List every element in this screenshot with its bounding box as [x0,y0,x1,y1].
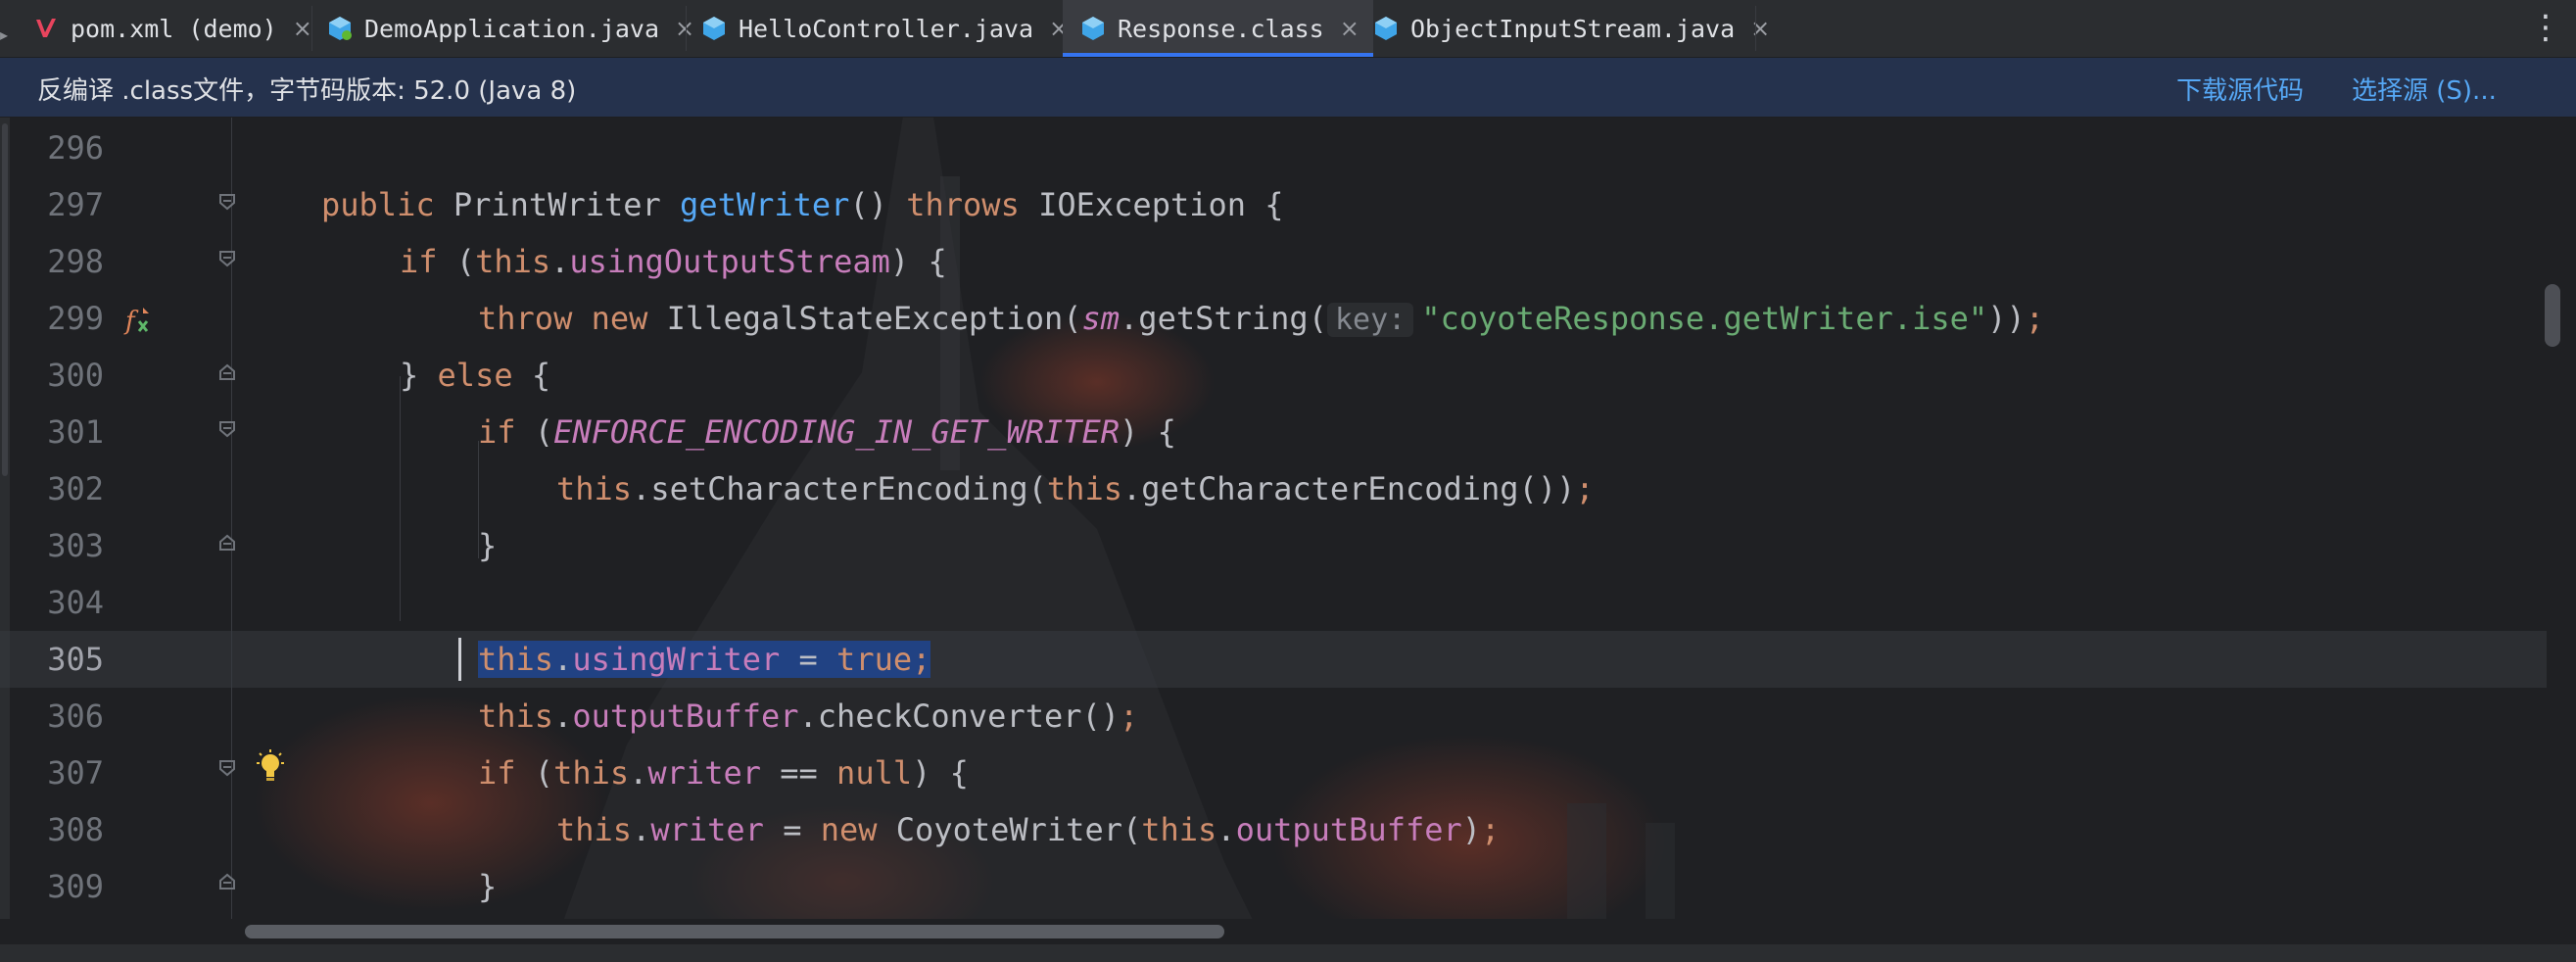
code-line-current[interactable]: 305 this.usingWriter = true; [0,631,2547,688]
tab-label: DemoApplication.java [364,14,660,43]
tab-divider [1755,6,1756,51]
tab-response-class[interactable]: Response.class × [1063,0,1373,57]
maven-icon [36,19,56,37]
code-line[interactable]: 301 if (ENFORCE_ENCODING_IN_GET_WRITER) … [0,404,2547,460]
tab-divider [686,6,687,51]
editor-tab-bar: ▸ pom.xml (demo) × DemoApplication.java … [0,0,2576,58]
more-tabs-icon[interactable]: ⋮ [2529,8,2562,47]
close-icon[interactable]: × [1750,15,1770,42]
code-text: this.outputBuffer.checkConverter(); [478,697,1139,735]
java-class-icon [1082,17,1104,40]
code-text: } [478,868,498,905]
code-text: if (this.writer == null) { [478,754,969,792]
code-text: } [478,527,498,564]
code-text: } else { [400,357,551,394]
close-icon[interactable]: × [1340,15,1360,42]
code-line[interactable]: 300 } else { [0,347,2547,404]
choose-sources-link[interactable]: 选择源 (S)... [2352,71,2497,107]
line-number: 302 [47,470,104,507]
ide-window: ▸ pom.xml (demo) × DemoApplication.java … [0,0,2576,962]
java-class-icon [1375,17,1397,40]
line-number: 298 [47,243,104,280]
decompiled-notice-banner: 反编译 .class文件，字节码版本: 52.0 (Java 8) 下载源代码 … [0,58,2576,118]
tab-label: ObjectInputStream.java [1410,14,1736,43]
tab-label: HelloController.java [739,14,1034,43]
code-line[interactable]: 296 [0,120,2547,176]
line-number: 301 [47,413,104,451]
line-number: 308 [47,811,104,848]
editor-bottom-edge [0,944,2576,962]
line-number: 303 [47,527,104,564]
code-text: if (ENFORCE_ENCODING_IN_GET_WRITER) { [478,413,1176,451]
tab-hello-controller[interactable]: HelloController.java × [701,0,1069,57]
decompiled-notice-text: 反编译 .class文件，字节码版本: 52.0 (Java 8) [37,76,577,106]
tab-demo-application[interactable]: DemoApplication.java × [327,0,694,57]
line-number: 300 [47,357,104,394]
code-text: if (this.usingOutputStream) { [400,243,947,280]
tab-scroll-left-icon[interactable]: ▸ [0,25,8,44]
line-number: 309 [47,868,104,905]
vertical-scrollbar-thumb[interactable] [2545,284,2560,347]
code-text: throw new IllegalStateException(sm.getSt… [478,300,2044,337]
tab-pom-xml[interactable]: pom.xml (demo) × [33,0,312,57]
spring-java-class-icon [329,17,352,40]
code-text: this.writer = new CoyoteWriter(this.outp… [556,811,1501,848]
code-line[interactable]: 297 public PrintWriter getWriter() throw… [0,176,2547,233]
code-editor[interactable]: f 296 297 public PrintWriter getWriter()… [0,118,2576,962]
code-text-selected: this.usingWriter = true; [478,641,931,678]
horizontal-scrollbar-thumb[interactable] [245,925,1224,938]
tab-divider [311,6,312,51]
tab-object-input-stream[interactable]: ObjectInputStream.java × [1373,0,1770,57]
line-number: 304 [47,584,104,621]
code-line[interactable]: 298 if (this.usingOutputStream) { [0,233,2547,290]
parameter-inlay-hint: key: [1326,303,1414,337]
line-number: 299 [47,300,104,337]
code-line[interactable]: 304 [0,574,2547,631]
code-line[interactable]: 309 } [0,858,2547,915]
line-number: 296 [47,129,104,167]
download-sources-link[interactable]: 下载源代码 [2176,71,2304,107]
line-number: 297 [47,186,104,223]
line-number: 307 [47,754,104,792]
close-icon[interactable]: × [293,15,312,42]
code-line[interactable]: 308 this.writer = new CoyoteWriter(this.… [0,801,2547,858]
code-line[interactable]: 303 } [0,517,2547,574]
line-number: 306 [47,697,104,735]
code-text: public PrintWriter getWriter() throws IO… [321,186,1284,223]
tab-label: Response.class [1118,14,1324,43]
line-number: 305 [47,641,104,678]
code-line[interactable]: 299 throw new IllegalStateException(sm.g… [0,290,2547,347]
code-line[interactable]: 302 this.setCharacterEncoding(this.getCh… [0,460,2547,517]
java-class-icon [703,17,725,40]
text-caret [458,638,461,681]
tab-label: pom.xml (demo) [71,14,277,43]
code-text: this.setCharacterEncoding(this.getCharac… [556,470,1595,507]
code-line[interactable]: 306 this.outputBuffer.checkConverter(); [0,688,2547,745]
code-line[interactable]: 307 if (this.writer == null) { [0,745,2547,801]
